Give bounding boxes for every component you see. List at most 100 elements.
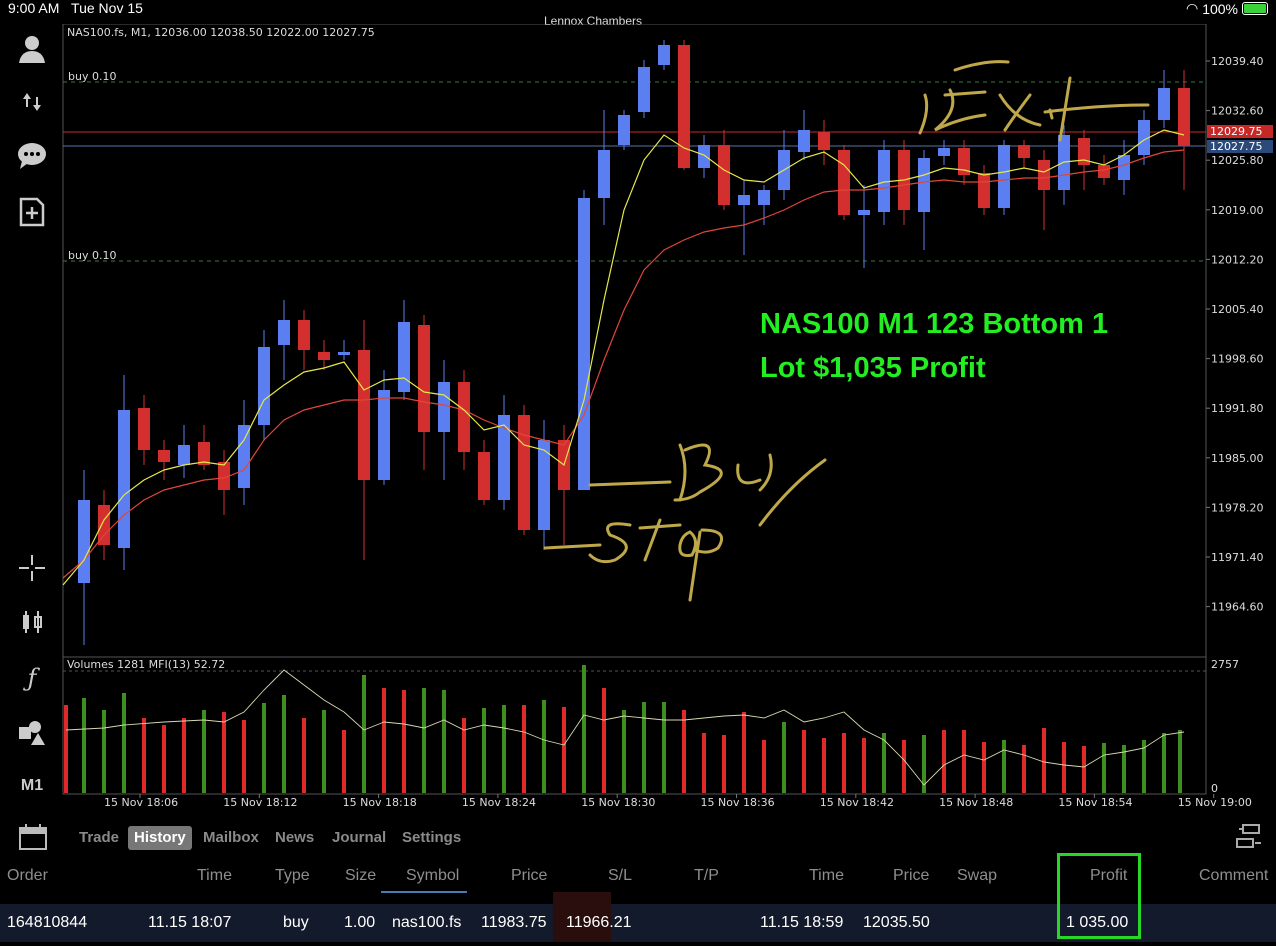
col-sl[interactable]: S/L	[608, 867, 632, 885]
candle-body	[858, 210, 870, 215]
tab-mailbox[interactable]: Mailbox	[197, 826, 265, 850]
col-price[interactable]: Price	[511, 867, 547, 885]
volume-bar	[442, 690, 446, 793]
chart-frame	[62, 24, 1207, 795]
new-order-icon[interactable]	[14, 194, 50, 230]
handwritten-stop-annotation	[543, 518, 723, 602]
time-tick-label: 15 Nov 18:24	[462, 796, 536, 809]
candle-body	[658, 45, 670, 65]
volume-bar	[562, 707, 566, 793]
row-order: 164810844	[7, 914, 88, 931]
volume-bar	[342, 730, 346, 793]
col-symbol[interactable]: Symbol	[406, 867, 459, 885]
row-close-time: 11.15 18:59	[760, 914, 844, 931]
volume-bar	[662, 702, 666, 793]
col-order[interactable]: Order	[7, 867, 48, 885]
ema-fast-line	[62, 129, 1185, 586]
candle-body	[598, 150, 610, 198]
volume-bar	[782, 722, 786, 793]
candle-body	[338, 352, 350, 355]
calendar-icon[interactable]	[16, 822, 50, 852]
volume-bars	[64, 665, 1185, 793]
tab-news[interactable]: News	[269, 826, 320, 850]
time-axis: 15 Nov 18:06 15 Nov 18:12 15 Nov 18:18 15 N…	[104, 794, 1252, 809]
candle-body	[478, 452, 490, 500]
time-tick-label: 15 Nov 19:00	[1178, 796, 1252, 809]
candle-body	[98, 505, 110, 545]
tab-journal[interactable]: Journal	[326, 826, 392, 850]
volume-bar	[822, 738, 826, 793]
chart-type-icon[interactable]	[14, 604, 50, 640]
tab-trade[interactable]: Trade	[73, 826, 125, 850]
volume-bar	[1022, 745, 1026, 793]
candle-body	[1098, 165, 1110, 178]
candle-body	[798, 130, 810, 152]
col-tp[interactable]: T/P	[694, 867, 719, 885]
volume-bar	[262, 703, 266, 793]
price-tick-label: 11971.40	[1211, 551, 1264, 564]
time-tick-label: 15 Nov 18:48	[939, 796, 1013, 809]
col-time[interactable]: Time	[197, 867, 232, 885]
price-tick-label: 11991.80	[1211, 402, 1264, 415]
account-icon[interactable]	[14, 30, 50, 66]
col-close-time[interactable]: Time	[809, 867, 844, 885]
volume-bar	[542, 700, 546, 793]
candle-body	[998, 145, 1010, 208]
candle-body	[818, 132, 830, 150]
volume-bar	[1162, 733, 1166, 793]
col-close-price[interactable]: Price	[893, 867, 929, 885]
volume-bar	[502, 705, 506, 793]
volume-bar	[1062, 742, 1066, 793]
candle-body	[318, 352, 330, 360]
blue-line-price: 12027.75	[1210, 140, 1263, 153]
col-type[interactable]: Type	[275, 867, 310, 885]
volume-bar	[182, 718, 186, 793]
candle-body	[1018, 145, 1030, 158]
volume-bar	[64, 705, 68, 793]
candle-body	[238, 425, 250, 488]
candle-body	[378, 390, 390, 480]
layout-icon[interactable]	[1232, 822, 1266, 852]
trade-arrows-icon[interactable]	[14, 84, 50, 120]
volume-bar	[362, 675, 366, 793]
col-size[interactable]: Size	[345, 867, 376, 885]
timeframe-button[interactable]: M1	[14, 768, 50, 804]
candle-body	[438, 382, 450, 432]
battery-icon	[1242, 2, 1268, 15]
candle-body	[918, 158, 930, 212]
volume-bar	[802, 730, 806, 793]
chat-icon[interactable]	[14, 138, 50, 174]
volume-bar	[1082, 746, 1086, 793]
tab-history[interactable]: History	[128, 826, 192, 850]
volume-bar	[682, 710, 686, 793]
crosshair-icon[interactable]	[14, 550, 50, 586]
col-swap[interactable]: Swap	[957, 867, 997, 885]
time-tick-label: 15 Nov 18:42	[820, 796, 894, 809]
indicators-icon[interactable]: ƒ	[14, 660, 50, 696]
tab-settings[interactable]: Settings	[396, 826, 467, 850]
row-symbol: nas100.fs	[392, 914, 462, 931]
volume-bar	[202, 710, 206, 793]
annotation-line-1: NAS100 M1 123 Bottom 1	[760, 308, 1109, 340]
candle-body	[698, 145, 710, 168]
candle-body	[618, 115, 630, 145]
candle-body	[278, 320, 290, 345]
col-comment[interactable]: Comment	[1199, 867, 1268, 885]
objects-icon[interactable]	[14, 714, 50, 750]
price-chart[interactable]: NAS100.fs, M1, 12036.00 12038.50 12022.0…	[0, 24, 1276, 824]
candle-body	[578, 198, 590, 490]
volume-bar	[1178, 730, 1182, 793]
wifi-icon: ◠	[1185, 0, 1199, 16]
candle-body	[258, 347, 270, 425]
volume-bar	[742, 712, 746, 793]
volume-bar	[762, 740, 766, 793]
volume-min: 0	[1211, 782, 1218, 795]
handwritten-exit-annotation	[918, 60, 1150, 142]
candle-body	[938, 148, 950, 156]
price-tick-label: 12025.80	[1211, 154, 1264, 167]
volume-bar	[642, 702, 646, 793]
row-time: 11.15 18:07	[148, 914, 232, 931]
volume-bar	[222, 712, 226, 793]
volume-bar	[722, 735, 726, 793]
volume-bar	[522, 705, 526, 793]
